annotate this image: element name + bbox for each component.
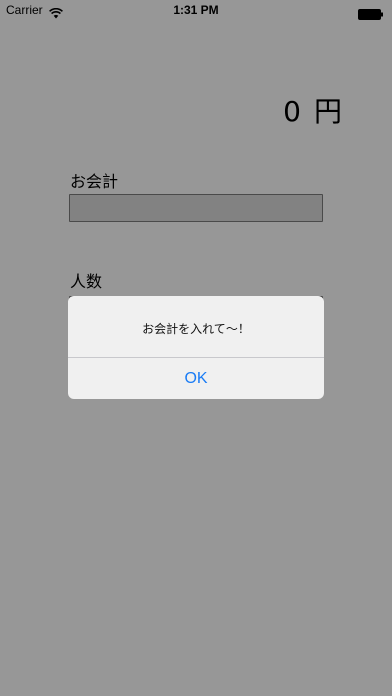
bill-label: お会計 <box>70 172 119 191</box>
people-label: 人数 <box>70 272 103 291</box>
battery-icon <box>358 5 384 24</box>
status-time: 1:31 PM <box>173 3 219 17</box>
alert-message: お会計を入れて〜！ <box>142 322 250 336</box>
total-display: 0円 <box>283 90 343 130</box>
status-bar: Carrier 1:31 PM <box>0 0 392 22</box>
total-unit: 円 <box>313 95 343 128</box>
alert-dialog: お会計を入れて〜！ OK <box>68 296 324 399</box>
alert-ok-button[interactable]: OK <box>68 358 324 399</box>
bill-input[interactable] <box>69 194 323 222</box>
total-amount: 0 <box>283 95 302 128</box>
